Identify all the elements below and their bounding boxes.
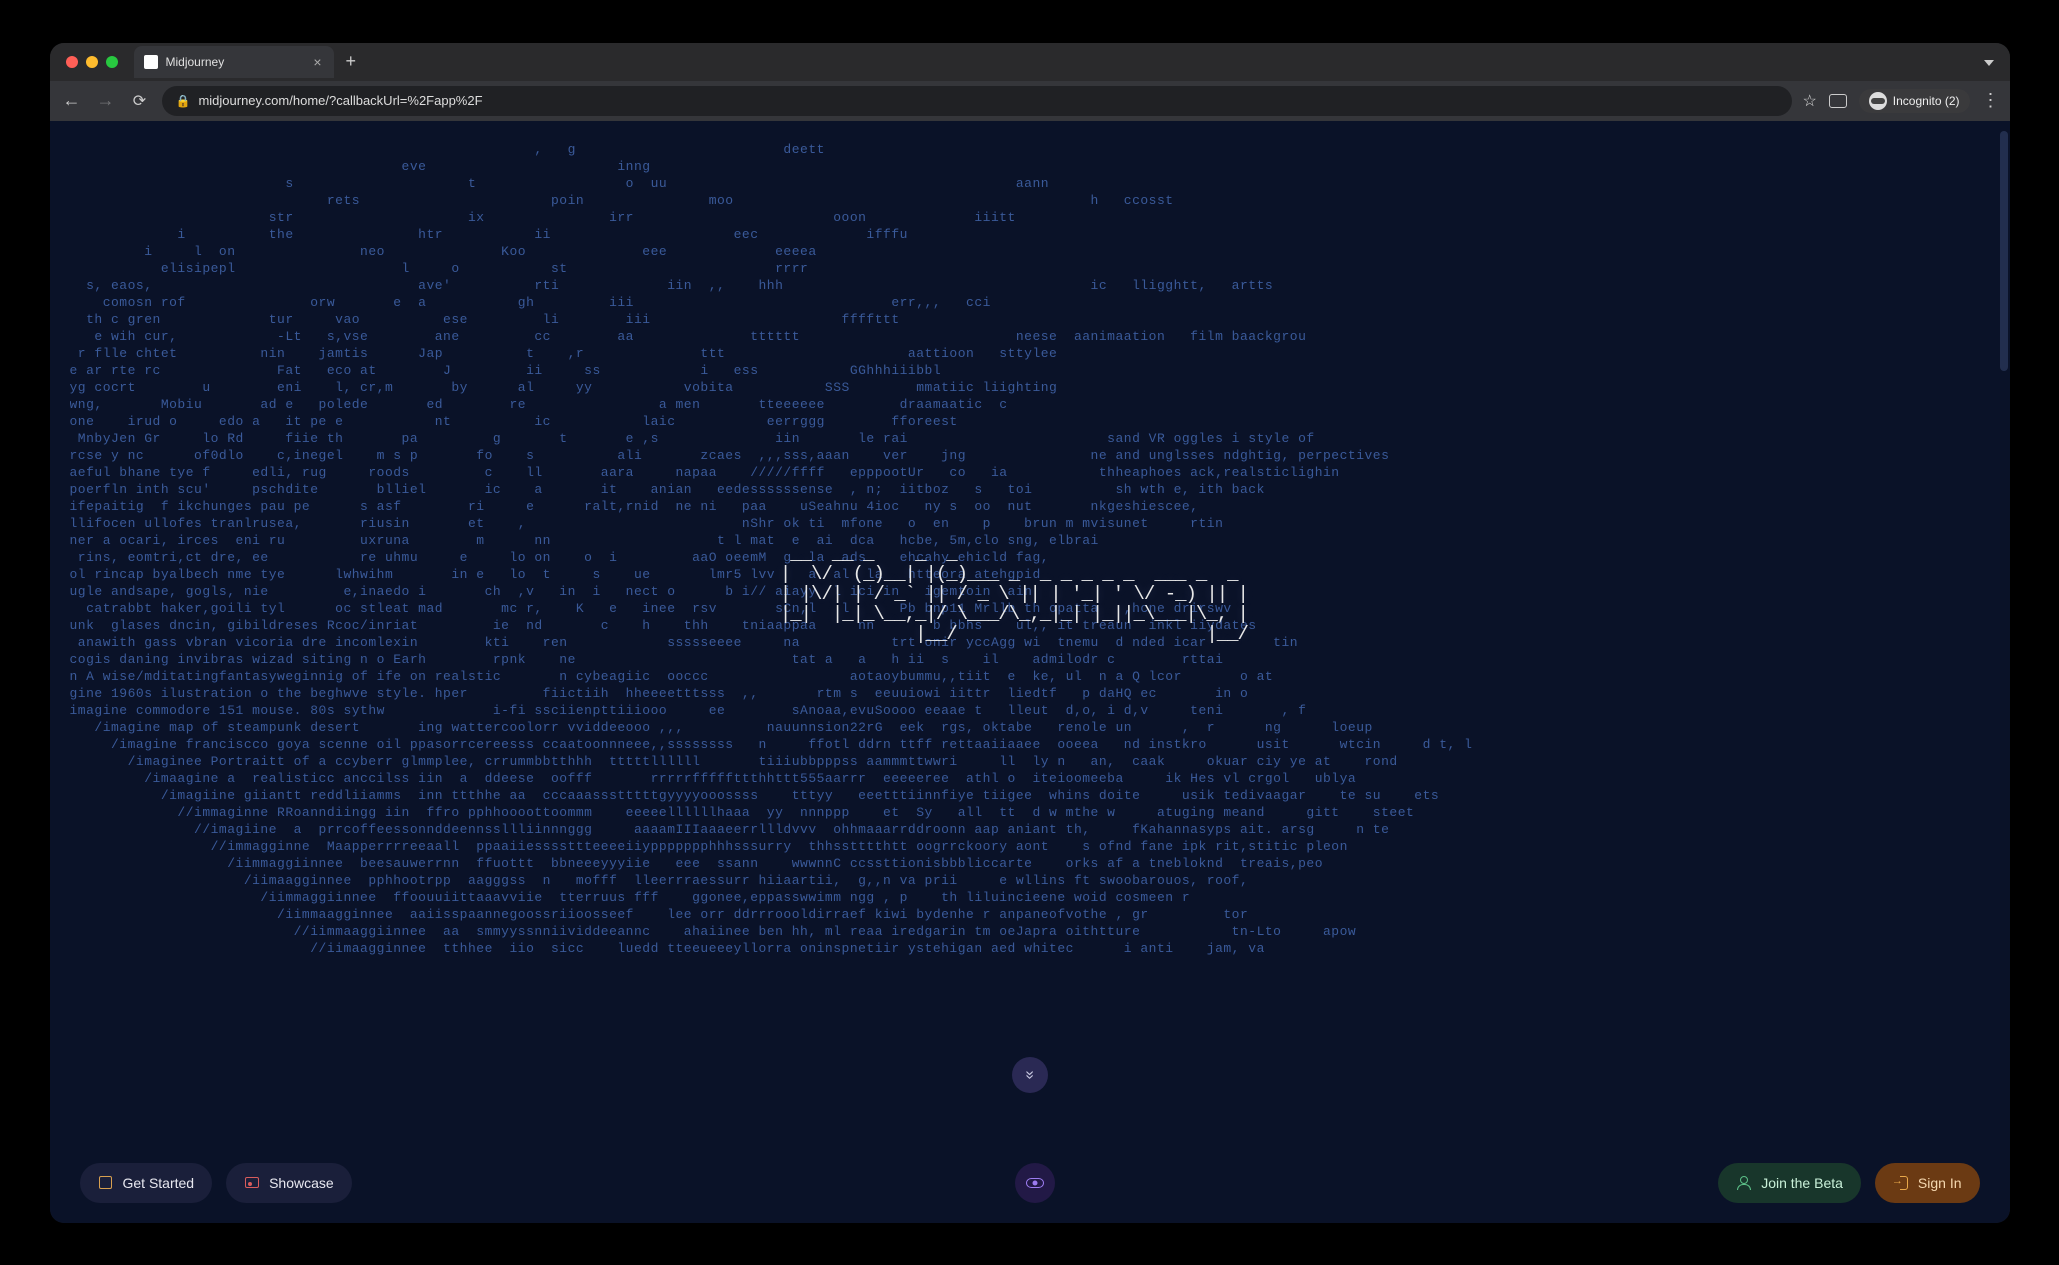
arrow-left-icon: ← [63,90,81,111]
forward-button[interactable]: → [94,89,118,113]
midjourney-logo: __ __ _ _ _ | \/ (_)__| |(_)___ _ _ _ _ … [780,544,1279,644]
eye-toggle-button[interactable] [1015,1163,1055,1203]
bottom-bar: Get Started Showcase Join the Beta Sign … [80,1163,1980,1203]
image-icon [244,1175,260,1191]
scroll-down-button[interactable] [1012,1057,1048,1093]
arrow-right-icon: → [97,90,115,111]
eye-icon [1026,1178,1044,1188]
browser-tab[interactable]: Midjourney × [134,46,334,78]
incognito-label: Incognito (2) [1893,94,1960,108]
join-beta-button[interactable]: Join the Beta [1718,1163,1861,1203]
lock-icon: 🔒 [176,94,191,108]
get-started-label: Get Started [123,1175,195,1191]
sign-in-label: Sign In [1918,1175,1962,1191]
users-icon [1736,1175,1752,1191]
minimize-window-icon[interactable] [86,56,98,68]
url-text: midjourney.com/home/?callbackUrl=%2Fapp%… [198,93,482,108]
page-content: , g deett eve inng s t o uu [50,121,2010,1223]
chevron-down-icon[interactable] [1984,60,1994,66]
maximize-window-icon[interactable] [106,56,118,68]
reload-icon: ⟳ [133,91,146,111]
tab-strip: Midjourney × + [134,46,363,78]
incognito-icon [1869,92,1887,110]
showcase-label: Showcase [269,1175,334,1191]
join-beta-label: Join the Beta [1761,1175,1843,1191]
titlebar: Midjourney × + [50,43,2010,81]
get-started-button[interactable]: Get Started [80,1163,213,1203]
layout-icon [98,1175,114,1191]
browser-window: Midjourney × + ← → ⟳ 🔒 midjourney.com/ho… [50,43,2010,1223]
signin-icon [1893,1175,1909,1191]
showcase-button[interactable]: Showcase [226,1163,352,1203]
back-button[interactable]: ← [60,89,84,113]
tab-title: Midjourney [166,55,225,69]
close-tab-icon[interactable]: × [313,54,321,70]
reload-button[interactable]: ⟳ [128,89,152,113]
titlebar-right [1984,53,1994,71]
chevron-double-down-icon [1025,1066,1034,1084]
window-controls [66,56,118,68]
toolbar-right: ☆ Incognito (2) ⋮ [1802,89,1999,113]
close-window-icon[interactable] [66,56,78,68]
sign-in-button[interactable]: Sign In [1875,1163,1980,1203]
new-tab-button[interactable]: + [340,51,363,72]
scrollbar[interactable] [2000,131,2008,371]
menu-icon[interactable]: ⋮ [1982,90,2000,111]
incognito-badge[interactable]: Incognito (2) [1859,89,1970,113]
extensions-icon[interactable] [1829,94,1847,108]
toolbar: ← → ⟳ 🔒 midjourney.com/home/?callbackUrl… [50,81,2010,121]
favicon-icon [144,55,158,69]
url-bar[interactable]: 🔒 midjourney.com/home/?callbackUrl=%2Fap… [162,86,1793,116]
bookmark-icon[interactable]: ☆ [1802,91,1816,111]
